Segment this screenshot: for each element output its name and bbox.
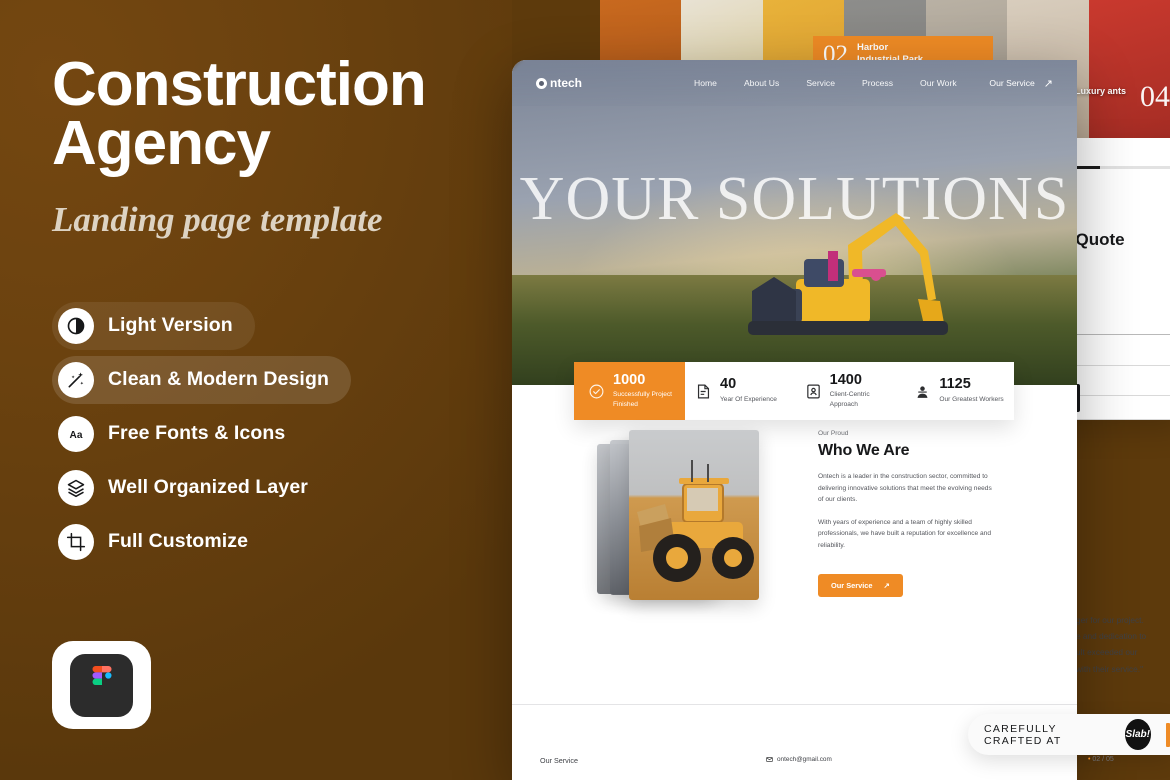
about-cta-label: Our Service: [831, 581, 873, 590]
about-image-stack: [597, 430, 772, 608]
logo[interactable]: ntech: [536, 76, 582, 90]
bullet-icon: •: [1088, 756, 1091, 763]
feature-item-full-customize[interactable]: Full Customize: [52, 518, 270, 566]
nav-item-process[interactable]: Process: [862, 78, 893, 88]
arrow-up-right-icon: ↗: [1043, 77, 1053, 90]
feature-item-label: Well Organized Layer: [108, 476, 308, 499]
website-mockup: YOUR SOLUTIONS ntech Home About Us Servi…: [512, 60, 1077, 780]
about-section: 01/03 ← → Our Proud Who We Are Ontech is…: [512, 385, 1077, 723]
about-eyebrow: Our Proud: [818, 430, 849, 437]
accent-bar: [1165, 722, 1170, 747]
feature-item-label: Full Customize: [108, 530, 249, 553]
nav-item-service[interactable]: Service: [806, 78, 835, 88]
crop-icon: [58, 523, 94, 560]
typography-icon: Aa: [58, 415, 94, 452]
promo-panel: Construction Agency Landing page templat…: [0, 0, 512, 780]
feature-item-label: Clean & Modern Design: [108, 368, 329, 391]
progress-bar: [1068, 166, 1170, 169]
nav-item-home[interactable]: Home: [694, 78, 717, 88]
about-heading: Who We Are: [818, 442, 910, 459]
slab-logo-icon: Slab!: [1124, 719, 1151, 750]
footer-email-text: ontech@gmail.com: [777, 756, 832, 763]
navbar: ntech Home About Us Service Process Our …: [512, 60, 1077, 106]
feature-item-label: Free Fonts & Icons: [108, 422, 286, 445]
feature-list: Light Version Clean & Modern Design Aa F…: [52, 301, 512, 566]
footer-link-our-service[interactable]: Our Service: [540, 756, 578, 765]
nav-item-our-work[interactable]: Our Work: [920, 78, 957, 88]
envelope-icon: [766, 756, 773, 763]
about-paragraph-1: Ontech is a leader in the construction s…: [818, 473, 992, 504]
about-paragraph-2: With years of experience and a team of h…: [818, 518, 992, 549]
testimonial-line: e and dedication to: [1076, 631, 1147, 642]
banner-title: Harbor: [857, 42, 889, 54]
arrow-up-right-icon: ↗: [883, 581, 890, 590]
testimonial-line: ger for our project.: [1076, 615, 1144, 625]
contrast-icon: [58, 307, 94, 344]
background-number-04: 04: [1140, 80, 1170, 113]
page-indicator: • 02 / 05: [1088, 756, 1114, 763]
wheel-loader-illustration: [629, 430, 759, 600]
crafted-badge: CAREFULLY CRAFTED AT Slab!: [968, 714, 1170, 755]
about-image-front: [629, 430, 759, 600]
nav-cta-label: Our Service: [989, 78, 1035, 88]
logo-text: ntech: [550, 76, 583, 90]
hero-section: YOUR SOLUTIONS ntech Home About Us Servi…: [512, 60, 1077, 385]
nav-cta-button[interactable]: Our Service ↗: [989, 77, 1053, 90]
nav-links: Home About Us Service Process Our Work: [694, 78, 957, 88]
testimonial-line: ult exceeded our: [1076, 647, 1138, 658]
excavator-illustration: [700, 173, 950, 363]
logo-mark-icon: [536, 77, 547, 89]
background-testimonial-text: ger for our project. e and dedication to…: [1076, 612, 1170, 677]
page-title: Construction Agency: [52, 50, 427, 178]
feature-item-clean-modern-design[interactable]: Clean & Modern Design: [52, 355, 351, 404]
figma-logo-icon: [70, 653, 133, 717]
nav-item-about-us[interactable]: About Us: [744, 78, 779, 88]
figma-badge: [52, 641, 151, 729]
about-cta-button[interactable]: Our Service ↗: [818, 574, 903, 597]
footer-email[interactable]: ontech@gmail.com: [766, 756, 832, 763]
page-subtitle: Landing page template: [52, 199, 383, 239]
testimonial-line: with their service.": [1076, 663, 1144, 674]
svg-text:Aa: Aa: [70, 430, 83, 441]
feature-item-free-fonts-icons[interactable]: Aa Free Fonts & Icons: [52, 410, 307, 458]
about-copy: Our Proud Who We Are Ontech is a leader …: [818, 430, 998, 551]
background-caption: Luxury ants: [1075, 86, 1127, 96]
feature-item-label: Light Version: [108, 314, 233, 337]
sparkle-wand-icon: [58, 361, 94, 398]
crafted-text: CAREFULLY CRAFTED AT: [984, 722, 1062, 747]
feature-item-well-organized-layer[interactable]: Well Organized Layer: [52, 464, 330, 512]
page-number: 02 / 05: [1092, 756, 1114, 763]
layers-icon: [58, 469, 94, 506]
feature-item-light-version[interactable]: Light Version: [52, 301, 255, 350]
